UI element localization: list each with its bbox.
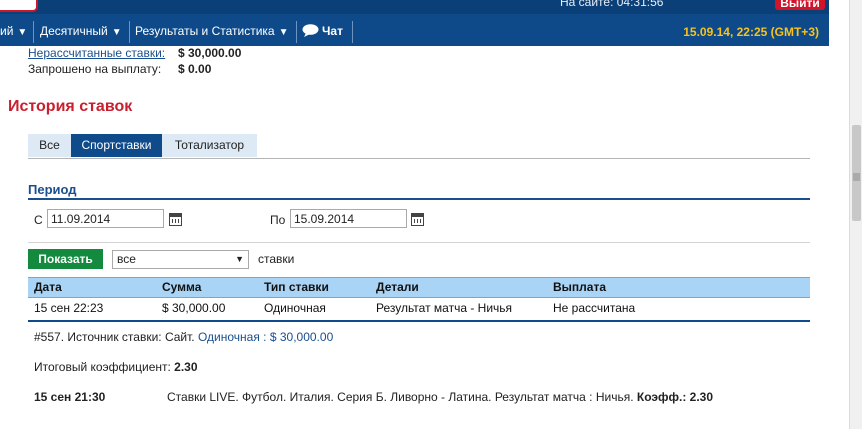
chat-bubble-icon	[302, 24, 319, 37]
calendar-icon[interactable]	[411, 213, 424, 226]
total-coefficient-value: 2.30	[174, 360, 198, 374]
cell-details: Результат матча - Ничья	[376, 301, 513, 315]
table-row[interactable]: 15 сен 22:23 $ 30,000.00 Одиночная Резул…	[28, 297, 810, 322]
to-date-input[interactable]: 15.09.2014	[290, 209, 407, 228]
unsettled-bets-link[interactable]: Нерассчитанные ставки:	[28, 46, 178, 60]
menu-item-label: Результаты и Статистика	[135, 24, 275, 38]
cell-amount: $ 30,000.00	[162, 301, 226, 315]
bet-source-link[interactable]: Одиночная : $ 30,000.00	[198, 330, 333, 344]
total-coefficient-label: Итоговый коэффициент:	[34, 360, 171, 374]
chevron-down-icon: ▼	[17, 27, 28, 38]
menu-item-partial[interactable]: ий ▼	[0, 17, 27, 46]
menu-item-odds-format[interactable]: Десятичный ▼	[40, 17, 122, 46]
tabs-divider	[28, 158, 810, 159]
period-heading: Период	[28, 182, 77, 197]
column-header-amount: Сумма	[162, 280, 202, 294]
filter-divider	[28, 242, 810, 243]
calendar-icon[interactable]	[169, 213, 182, 226]
cell-bet-type: Одиночная	[264, 301, 326, 315]
login-tab[interactable]	[0, 0, 38, 12]
from-label: С	[34, 213, 43, 227]
column-header-date: Дата	[34, 280, 62, 294]
top-strip: На сайте: 04:31:56 Выйти	[0, 0, 829, 14]
event-description: Ставки LIVE. Футбол. Италия. Серия Б. Ли…	[167, 390, 634, 404]
menu-item-label: Десятичный	[40, 24, 108, 38]
tab-totalizator[interactable]: Тотализатор	[162, 134, 257, 157]
menu-item-chat[interactable]: Чат	[302, 17, 343, 46]
show-button[interactable]: Показать	[28, 249, 103, 269]
from-date-input[interactable]: 11.09.2014	[47, 209, 164, 228]
menu-separator	[352, 21, 353, 43]
logout-button[interactable]: Выйти	[775, 0, 825, 10]
requested-label: Запрошено на выплату:	[28, 62, 162, 76]
column-header-details: Детали	[376, 280, 419, 294]
page-scrollbar[interactable]	[849, 0, 862, 429]
requested-row: Запрошено на выплату: $ 0.00	[28, 62, 211, 76]
scrollbar-grip-icon	[853, 173, 860, 181]
bet-filter-value: все	[117, 252, 136, 266]
tab-sports-bets[interactable]: Спортставки	[71, 134, 162, 157]
column-header-bet-type: Тип ставки	[264, 280, 329, 294]
page-title: История ставок	[8, 98, 133, 115]
menu-separator	[129, 21, 130, 43]
unsettled-bets-value: $ 30,000.00	[178, 46, 242, 60]
event-coefficient-label: Коэфф.:	[636, 390, 687, 404]
requested-value: $ 0.00	[178, 62, 212, 76]
tab-all[interactable]: Все	[28, 134, 71, 157]
cell-date: 15 сен 22:23	[34, 301, 104, 315]
column-header-payout: Выплата	[553, 280, 607, 294]
bet-source-line: #557. Источник ставки: Сайт. Одиночная :…	[34, 330, 333, 344]
bet-source-text: #557. Источник ставки: Сайт.	[34, 330, 195, 344]
menu-bar: ий ▼ Десятичный ▼ Результаты и Статистика ▼…	[0, 17, 829, 46]
cell-payout: Не рассчитана	[553, 301, 636, 315]
event-line: 15 сен 21:30	[34, 390, 105, 404]
table-header: Дата Сумма Тип ставки Детали Выплата	[28, 277, 810, 298]
menu-item-label: ий	[0, 24, 14, 38]
chevron-down-icon: ▼	[235, 254, 244, 264]
unsettled-row: Нерассчитанные ставки: $ 30,000.00	[28, 46, 241, 60]
filter-suffix: ставки	[258, 252, 295, 266]
menu-separator	[296, 21, 297, 43]
main-content: Нерассчитанные ставки: $ 30,000.00 Запрош…	[0, 46, 829, 429]
event-description-line: Ставки LIVE. Футбол. Италия. Серия Б. Ли…	[167, 390, 713, 404]
event-time: 15 сен 21:30	[34, 390, 106, 404]
total-coefficient-line: Итоговый коэффициент: 2.30	[34, 360, 198, 374]
period-divider	[28, 198, 810, 200]
chevron-down-icon: ▼	[278, 27, 289, 38]
menu-item-label: Чат	[322, 24, 343, 38]
online-time: На сайте: 04:31:56	[560, 0, 664, 9]
bet-filter-select[interactable]: все ▼	[112, 250, 249, 269]
chevron-down-icon: ▼	[111, 27, 122, 38]
event-coefficient-value: 2.30	[689, 390, 714, 404]
to-label: По	[270, 213, 286, 227]
server-datetime: 15.09.14, 22:25 (GMT+3)	[683, 25, 819, 39]
menu-item-results[interactable]: Результаты и Статистика ▼	[135, 17, 289, 46]
menu-separator	[33, 21, 34, 43]
top-navigation: На сайте: 04:31:56 Выйти ий ▼ Десятичный ▼…	[0, 0, 829, 46]
